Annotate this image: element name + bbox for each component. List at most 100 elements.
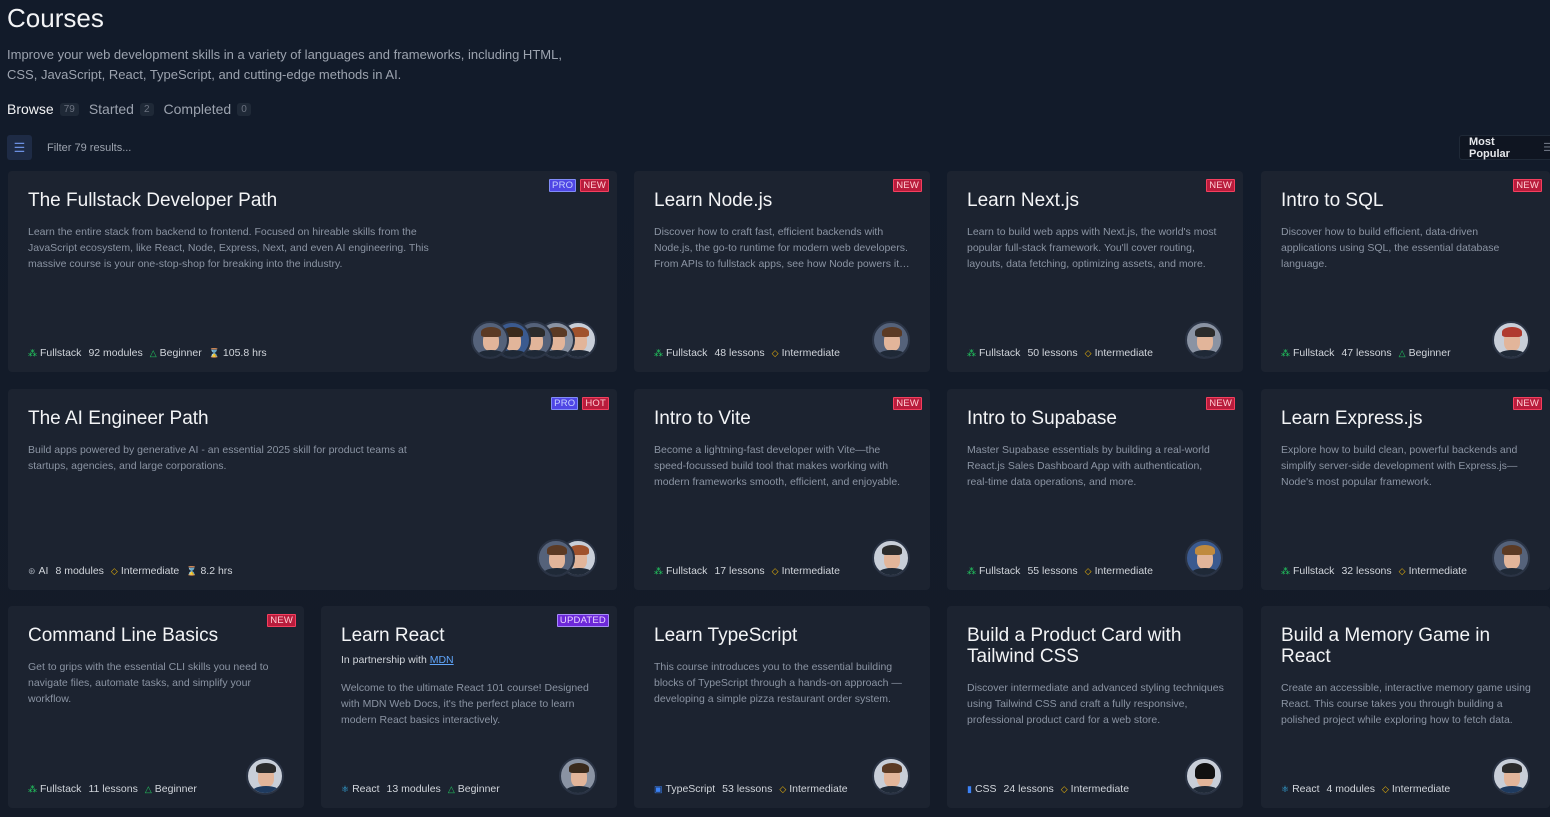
course-level: Intermediate	[1408, 565, 1467, 577]
course-units: 48 lessons	[714, 347, 765, 359]
instructor-avatars	[872, 757, 910, 795]
diamond-icon: ◇	[1084, 565, 1092, 576]
course-title: Build a Product Card with Tailwind CSS	[967, 625, 1182, 667]
new-badge: NEW	[1513, 397, 1542, 410]
tab-count: 2	[139, 102, 154, 116]
diamond-icon: ◇	[771, 347, 779, 358]
diamond-icon: ◇	[1398, 565, 1406, 576]
instructor-avatar	[1492, 321, 1530, 359]
course-description: Explore how to build clean, powerful bac…	[1281, 444, 1518, 488]
course-meta: ⁂ Fullstack 47 lessons △ Beginner	[1281, 347, 1451, 359]
course-title: The AI Engineer Path	[28, 408, 209, 429]
badges: NEW	[1513, 179, 1542, 192]
partner-line: In partnership with MDN	[341, 654, 454, 666]
diamond-icon: ◇	[1060, 783, 1068, 794]
course-title: Intro to Supabase	[967, 408, 1117, 429]
diamond-icon: ◇	[779, 783, 787, 794]
course-title: Learn React	[341, 625, 445, 646]
course-title: Build a Memory Game in React	[1281, 625, 1491, 667]
course-card-command-line[interactable]: NEW Command Line Basics Get to grips wit…	[8, 606, 304, 808]
instructor-avatars	[1185, 321, 1223, 359]
course-card-express[interactable]: NEW Learn Express.js Explore how to buil…	[1261, 389, 1550, 590]
instructor-avatar	[1185, 539, 1223, 577]
sort-dropdown[interactable]: Most Popular ☰	[1459, 135, 1550, 160]
course-meta: ⊛ AI 8 modules ◇ Intermediate ⌛ 8.2 hrs	[28, 565, 233, 577]
instructor-avatars	[872, 539, 910, 577]
instructor-avatars	[1185, 539, 1223, 577]
css-icon: ▮	[967, 783, 972, 794]
instructor-avatar	[471, 321, 509, 359]
course-tabs: Browse 79 Started 2 Completed 0	[7, 101, 251, 117]
instructor-avatar	[246, 757, 284, 795]
course-level: Intermediate	[1070, 783, 1130, 795]
course-duration: 105.8 hrs	[222, 347, 267, 359]
course-category: Fullstack	[40, 347, 82, 359]
instructor-avatars	[1492, 321, 1530, 359]
sort-label: Most Popular	[1469, 135, 1510, 160]
course-description: Discover how to build efficient, data-dr…	[1281, 226, 1500, 270]
badges: NEW	[1206, 397, 1235, 410]
instructor-avatar	[1185, 321, 1223, 359]
tab-completed[interactable]: Completed 0	[164, 101, 251, 117]
course-level: Intermediate	[789, 783, 848, 795]
course-units: 92 modules	[88, 347, 143, 359]
instructor-avatars	[246, 757, 284, 795]
course-category: Fullstack	[40, 783, 82, 795]
new-badge: NEW	[1513, 179, 1542, 192]
course-meta: ⁂ Fullstack 55 lessons ◇ Intermediate	[967, 565, 1153, 577]
diamond-icon: ◇	[771, 565, 779, 576]
course-description: Build apps powered by generative AI - an…	[28, 444, 407, 472]
triangle-icon: △	[1398, 347, 1406, 358]
course-units: 4 modules	[1326, 783, 1375, 795]
diamond-icon: ◇	[1084, 347, 1092, 358]
course-card-supabase[interactable]: NEW Intro to Supabase Master Supabase es…	[947, 389, 1243, 590]
course-meta: ⁂ Fullstack 11 lessons △ Beginner	[28, 783, 197, 795]
instructor-avatar	[559, 757, 597, 795]
course-units: 11 lessons	[88, 783, 138, 795]
page-description: Improve your web development skills in a…	[7, 47, 562, 82]
instructor-avatars	[1492, 757, 1530, 795]
course-card-vite[interactable]: NEW Intro to Vite Become a lightning-fas…	[634, 389, 930, 590]
course-meta: ⚛ React 13 modules △ Beginner	[341, 783, 500, 795]
course-description: This course introduces you to the essent…	[654, 661, 902, 705]
course-units: 17 lessons	[714, 565, 765, 577]
course-card-sql[interactable]: NEW Intro to SQL Discover how to build e…	[1261, 171, 1550, 372]
fullstack-icon: ⁂	[1281, 565, 1290, 576]
badges: NEW	[893, 397, 922, 410]
course-card-memory-game[interactable]: Build a Memory Game in React Create an a…	[1261, 606, 1550, 808]
hot-badge: HOT	[582, 397, 609, 410]
course-card-react[interactable]: UPDATED Learn React In partnership with …	[321, 606, 617, 808]
fullstack-icon: ⁂	[1281, 347, 1290, 358]
course-meta: ⁂ Fullstack 92 modules △ Beginner ⌛ 105.8 h…	[28, 347, 267, 359]
badges: NEW	[1206, 179, 1235, 192]
page-title: Courses	[7, 3, 104, 33]
course-description: Discover intermediate and advanced styli…	[967, 682, 1224, 726]
tab-label: Completed	[163, 101, 232, 117]
fullstack-icon: ⁂	[28, 783, 37, 794]
course-card-nodejs[interactable]: NEW Learn Node.js Discover how to craft …	[634, 171, 930, 372]
react-icon: ⚛	[1281, 783, 1290, 794]
courses-page: Courses Improve your web development ski…	[0, 0, 1550, 817]
tab-count: 0	[237, 102, 251, 116]
badges: NEW	[893, 179, 922, 192]
course-card-typescript[interactable]: Learn TypeScript This course introduces …	[634, 606, 930, 808]
tab-started[interactable]: Started 2	[89, 101, 154, 117]
mdn-link[interactable]: MDN	[430, 654, 454, 666]
course-title: Learn Express.js	[1281, 408, 1423, 429]
course-units: 8 modules	[55, 565, 104, 577]
course-card-nextjs[interactable]: NEW Learn Next.js Learn to build web app…	[947, 171, 1243, 372]
course-title: Learn Next.js	[967, 190, 1079, 211]
filter-input[interactable]	[40, 135, 340, 160]
new-badge: NEW	[893, 179, 922, 192]
instructor-avatars	[872, 321, 910, 359]
course-units: 50 lessons	[1027, 347, 1078, 359]
course-card-fullstack-path[interactable]: PRO NEW The Fullstack Developer Path Lea…	[8, 171, 617, 372]
tab-browse[interactable]: Browse 79	[7, 101, 79, 117]
filter-menu-button[interactable]: ☰	[7, 135, 32, 160]
course-category: Fullstack	[1293, 347, 1335, 359]
course-card-tailwind[interactable]: Build a Product Card with Tailwind CSS D…	[947, 606, 1243, 808]
course-card-ai-path[interactable]: PRO HOT The AI Engineer Path Build apps …	[8, 389, 617, 590]
new-badge: NEW	[1206, 397, 1235, 410]
course-category: Fullstack	[1293, 565, 1335, 577]
course-description: Discover how to craft fast, efficient ba…	[654, 226, 908, 270]
